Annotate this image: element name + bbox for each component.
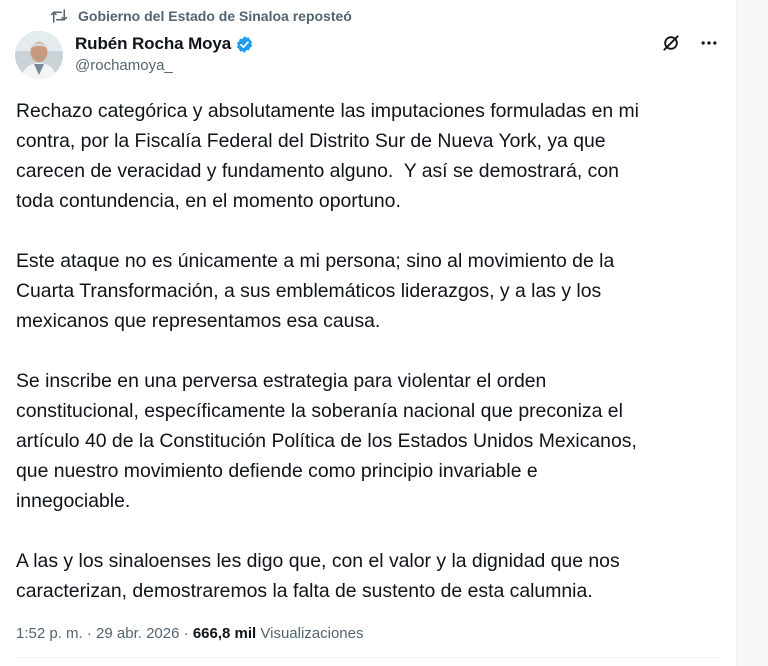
post-text: Rechazo categórica y absolutamente las i… [16,96,721,636]
repost-icon [50,8,68,24]
views-label[interactable]: Visualizaciones [260,625,363,642]
author-display-name[interactable]: Rubén Rocha Moya [75,34,231,54]
tweet-card: Gobierno del Estado de Sinaloa reposteó … [0,0,736,666]
post-paragraph: A las y los sinaloenses les digo que, co… [16,550,620,602]
views-count[interactable]: 666,8 mil [193,625,256,642]
author-handle[interactable]: @rochamoya_ [75,57,254,74]
meta-separator: · [179,624,193,642]
author-block: Rubén Rocha Moya @rochamoya_ [75,33,254,74]
post-paragraph: Se inscribe en una perversa estrategia p… [16,370,637,512]
avatar[interactable] [15,31,63,79]
verified-badge-icon[interactable] [235,35,254,54]
repost-text[interactable]: Gobierno del Estado de Sinaloa reposteó [78,8,352,24]
repost-header[interactable]: Gobierno del Estado de Sinaloa reposteó [50,6,352,26]
post-metadata: 1:52 p. m. · 29 abr. 2026 · 666,8 mil Vi… [16,622,364,644]
right-background-strip [736,0,768,666]
divider [16,657,720,658]
post-paragraph: Rechazo categórica y absolutamente las i… [16,100,639,212]
post-top-actions [660,32,720,54]
post-paragraph: Este ataque no es únicamente a mi person… [16,250,615,332]
author-name-row: Rubén Rocha Moya [75,33,254,55]
grok-icon[interactable] [660,32,682,54]
meta-separator: · [82,624,97,642]
more-options-icon[interactable] [698,32,720,54]
post-date[interactable]: 29 abr. 2026 [96,625,179,642]
post-time[interactable]: 1:52 p. m. [16,625,83,642]
